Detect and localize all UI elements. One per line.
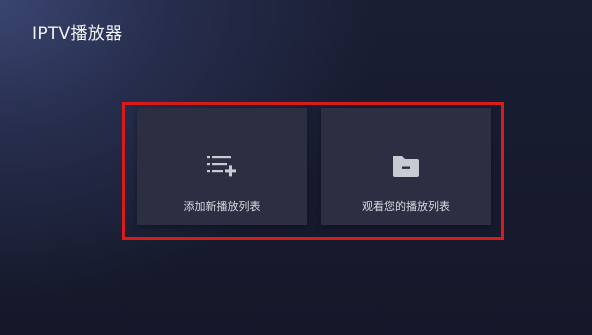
app-title: IPTV播放器: [32, 24, 123, 44]
folder-icon: [393, 156, 419, 177]
view-playlist-button[interactable]: 观看您的播放列表: [321, 108, 491, 225]
view-playlist-label: 观看您的播放列表: [362, 200, 450, 213]
add-playlist-label: 添加新播放列表: [183, 200, 261, 213]
playlist-add-icon: [207, 156, 236, 177]
add-playlist-button[interactable]: 添加新播放列表: [137, 108, 307, 225]
